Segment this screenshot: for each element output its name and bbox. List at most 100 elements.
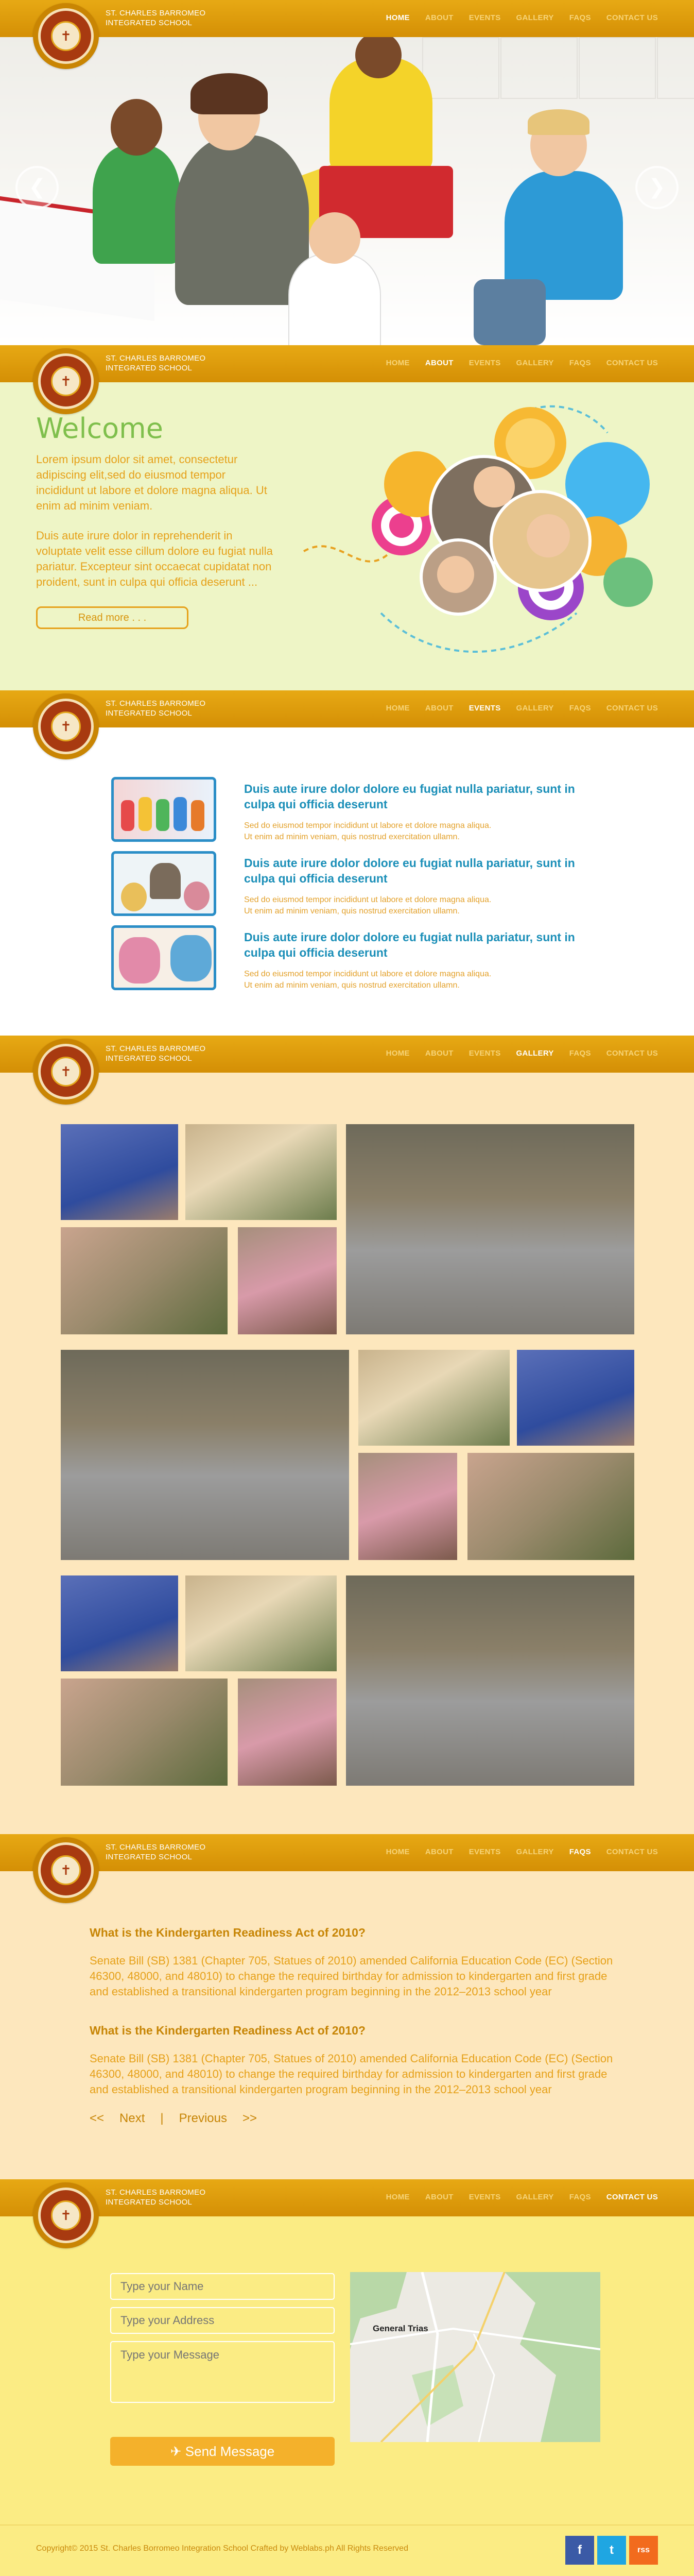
gallery-photo[interactable] — [185, 1124, 337, 1220]
main-nav: HOME ABOUT EVENTS GALLERY FAQS CONTACT U… — [386, 1049, 658, 1058]
facebook-icon[interactable]: f — [565, 2536, 594, 2565]
nav-gallery[interactable]: GALLERY — [516, 1848, 554, 1856]
hero-prev-button[interactable]: ❮ — [15, 166, 59, 209]
gallery-photo[interactable] — [185, 1575, 337, 1671]
crest-icon: ✝ — [51, 2200, 81, 2230]
nav-contact[interactable]: CONTACT US — [606, 359, 658, 367]
shelf-tile — [500, 37, 578, 99]
school-logo[interactable]: ✝ — [33, 3, 99, 69]
social-links: f t rss — [565, 2536, 658, 2565]
school-logo[interactable]: ✝ — [33, 348, 99, 414]
about-section: ✝ ST. CHARLES BARROMEO INTEGRATED SCHOOL … — [0, 345, 694, 690]
message-field[interactable] — [110, 2341, 335, 2403]
first-page-icon[interactable]: << — [90, 2111, 104, 2126]
gallery-photo[interactable] — [467, 1453, 634, 1560]
copyright-text: Copyright© 2015 St. Charles Borromeo Int… — [36, 2544, 408, 2553]
nav-gallery[interactable]: GALLERY — [516, 2193, 554, 2201]
nav-about[interactable]: ABOUT — [425, 13, 454, 22]
school-logo[interactable]: ✝ — [33, 693, 99, 759]
event-title[interactable]: Duis aute irure dolor dolore eu fugiat n… — [244, 929, 604, 960]
nav-about[interactable]: ABOUT — [425, 1848, 454, 1856]
gallery-photo[interactable] — [517, 1350, 634, 1446]
nav-home[interactable]: HOME — [386, 1848, 410, 1856]
welcome-title: Welcome — [36, 412, 164, 445]
gallery-photo[interactable] — [61, 1679, 228, 1786]
map-graphic — [350, 2272, 600, 2442]
event-thumbnail[interactable] — [111, 777, 216, 842]
event-description: Sed do eiusmod tempor incididunt ut labo… — [244, 970, 492, 990]
nav-gallery[interactable]: GALLERY — [516, 1049, 554, 1058]
nav-faqs[interactable]: FAQS — [569, 1848, 591, 1856]
gallery-photo[interactable] — [61, 1227, 228, 1334]
twitter-icon[interactable]: t — [597, 2536, 626, 2565]
gallery-photo[interactable] — [238, 1227, 337, 1334]
nav-gallery[interactable]: GALLERY — [516, 359, 554, 367]
school-logo[interactable]: ✝ — [33, 1837, 99, 1903]
nav-contact[interactable]: CONTACT US — [606, 1049, 658, 1058]
nav-events[interactable]: EVENTS — [469, 2193, 501, 2201]
faq-question[interactable]: What is the Kindergarten Readiness Act o… — [90, 2024, 620, 2038]
nav-faqs[interactable]: FAQS — [569, 704, 591, 713]
arrow-left-icon: ❮ — [28, 176, 46, 198]
gallery-photo[interactable] — [358, 1453, 457, 1560]
arrow-right-icon: ❯ — [648, 176, 666, 198]
nav-gallery[interactable]: GALLERY — [516, 13, 554, 22]
rss-icon[interactable]: rss — [629, 2536, 658, 2565]
nav-events[interactable]: EVENTS — [469, 704, 501, 713]
read-more-button[interactable]: Read more . . . — [36, 606, 188, 629]
event-title[interactable]: Duis aute irure dolor dolore eu fugiat n… — [244, 781, 604, 812]
shelf-tile — [422, 37, 499, 99]
previous-link[interactable]: Previous — [179, 2111, 227, 2126]
nav-faqs[interactable]: FAQS — [569, 1049, 591, 1058]
next-link[interactable]: Next — [119, 2111, 145, 2126]
nav-about[interactable]: ABOUT — [425, 704, 454, 713]
nav-contact[interactable]: CONTACT US — [606, 704, 658, 713]
faq-question[interactable]: What is the Kindergarten Readiness Act o… — [90, 1926, 620, 1940]
event-thumbnail[interactable] — [111, 925, 216, 990]
school-name: ST. CHARLES BARROMEO INTEGRATED SCHOOL — [106, 9, 206, 27]
nav-gallery[interactable]: GALLERY — [516, 704, 554, 713]
crest-icon: ✝ — [51, 1057, 81, 1087]
nav-faqs[interactable]: FAQS — [569, 359, 591, 367]
nav-about[interactable]: ABOUT — [425, 359, 454, 367]
last-page-icon[interactable]: >> — [242, 2111, 257, 2126]
location-map[interactable]: General Trias — [350, 2272, 600, 2442]
event-title[interactable]: Duis aute irure dolor dolore eu fugiat n… — [244, 855, 604, 886]
gallery-photo[interactable] — [238, 1679, 337, 1786]
gallery-photo[interactable] — [61, 1575, 178, 1671]
faqs-section: ✝ ST. CHARLES BARROMEO INTEGRATED SCHOOL … — [0, 1834, 694, 2179]
gallery-photo[interactable] — [346, 1575, 634, 1786]
nav-faqs[interactable]: FAQS — [569, 13, 591, 22]
event-item[interactable]: Duis aute irure dolor dolore eu fugiat n… — [111, 925, 605, 992]
nav-contact[interactable]: CONTACT US — [606, 13, 658, 22]
gallery-photo[interactable] — [61, 1350, 349, 1560]
nav-home[interactable]: HOME — [386, 1049, 410, 1058]
address-field[interactable] — [110, 2307, 335, 2334]
gallery-photo[interactable] — [61, 1124, 178, 1220]
nav-events[interactable]: EVENTS — [469, 1049, 501, 1058]
send-message-button[interactable]: ✈ Send Message — [110, 2437, 335, 2466]
event-thumbnail[interactable] — [111, 851, 216, 916]
nav-contact[interactable]: CONTACT US — [606, 1848, 658, 1856]
nav-events[interactable]: EVENTS — [469, 13, 501, 22]
nav-events[interactable]: EVENTS — [469, 1848, 501, 1856]
nav-about[interactable]: ABOUT — [425, 1049, 454, 1058]
header-bar: ✝ ST. CHARLES BARROMEO INTEGRATED SCHOOL … — [0, 2179, 694, 2248]
gallery-photo[interactable] — [358, 1350, 510, 1446]
main-nav: HOME ABOUT EVENTS GALLERY FAQS CONTACT U… — [386, 13, 658, 22]
nav-home[interactable]: HOME — [386, 2193, 410, 2201]
hero-next-button[interactable]: ❯ — [635, 166, 679, 209]
nav-about[interactable]: ABOUT — [425, 2193, 454, 2201]
nav-events[interactable]: EVENTS — [469, 359, 501, 367]
event-item[interactable]: Duis aute irure dolor dolore eu fugiat n… — [111, 777, 605, 844]
nav-home[interactable]: HOME — [386, 359, 410, 367]
school-logo[interactable]: ✝ — [33, 1039, 99, 1105]
nav-contact[interactable]: CONTACT US — [606, 2193, 658, 2201]
event-item[interactable]: Duis aute irure dolor dolore eu fugiat n… — [111, 851, 605, 918]
nav-home[interactable]: HOME — [386, 13, 410, 22]
nav-home[interactable]: HOME — [386, 704, 410, 713]
name-field[interactable] — [110, 2273, 335, 2300]
school-logo[interactable]: ✝ — [33, 2182, 99, 2248]
nav-faqs[interactable]: FAQS — [569, 2193, 591, 2201]
gallery-photo[interactable] — [346, 1124, 634, 1334]
